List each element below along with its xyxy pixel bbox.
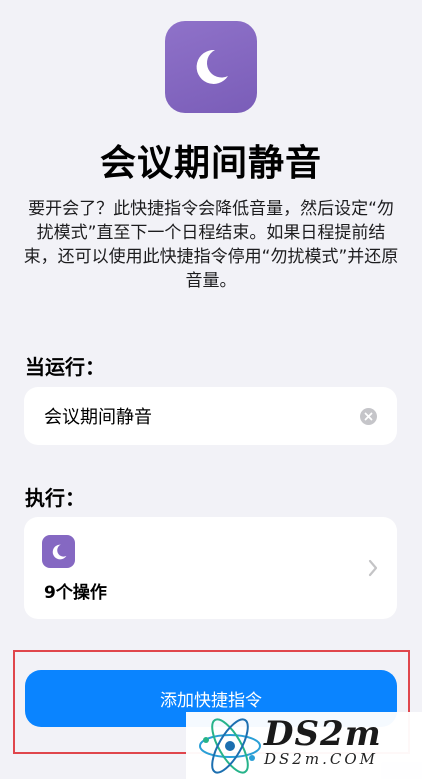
watermark: DS2m DS2m.COM: [186, 712, 422, 779]
shortcut-app-icon: [165, 21, 257, 113]
watermark-text: DS2m DS2m.COM: [264, 714, 382, 768]
shortcut-name-value[interactable]: 会议期间静音: [44, 403, 360, 429]
atom-logo-icon: [199, 718, 261, 774]
page-title: 会议期间静音: [99, 143, 322, 184]
action-count: 9个操作: [44, 583, 107, 603]
clear-icon[interactable]: [360, 407, 377, 425]
shortcut-detail-page: 会议期间静音 要开会了？此快捷指令会降低音量，然后设定“勿扰模式”直至下一个日程…: [0, 0, 422, 779]
actions-card[interactable]: 9个操作: [24, 517, 397, 619]
do-label: 执行：: [25, 486, 85, 510]
actions-moon-icon: [42, 535, 75, 568]
watermark-sub: DS2m.COM: [264, 750, 378, 768]
shortcut-name-field[interactable]: 会议期间静音: [24, 387, 397, 445]
moon-icon: [52, 544, 66, 559]
shortcut-description: 要开会了？此快捷指令会降低音量，然后设定“勿扰模式”直至下一个日程结束。如果日程…: [23, 199, 399, 291]
moon-icon: [196, 49, 228, 84]
watermark-main: DS2m: [264, 714, 382, 754]
chevron-right-icon: [368, 559, 378, 577]
when-run-label: 当运行：: [25, 355, 105, 379]
